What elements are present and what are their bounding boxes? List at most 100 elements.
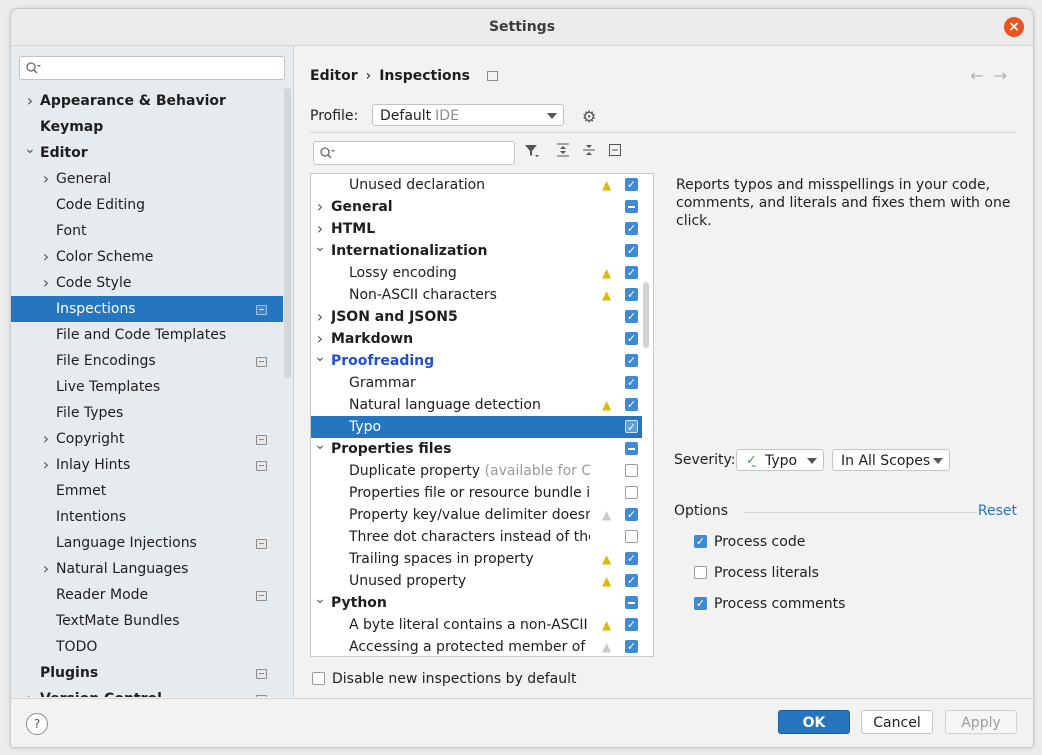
inspection-checkbox[interactable]	[625, 574, 638, 587]
checkbox[interactable]	[694, 534, 707, 548]
sidebar-scrollbar[interactable]	[284, 88, 291, 378]
chevron-right-icon[interactable]: ›	[23, 88, 37, 114]
sidebar-item-live-templates[interactable]: Live Templates	[11, 374, 283, 400]
sidebar-item-font[interactable]: Font	[11, 218, 283, 244]
inspection-item[interactable]: A byte literal contains a non-ASCII cha ▲	[311, 614, 642, 636]
inspection-checkbox[interactable]	[625, 288, 638, 301]
sidebar-item-file-and-code-templates[interactable]: File and Code Templates	[11, 322, 283, 348]
chevron-right-icon[interactable]: ›	[39, 426, 53, 452]
sidebar-item-keymap[interactable]: Keymap	[11, 114, 283, 140]
inspections-scrollbar[interactable]	[643, 282, 649, 348]
inspection-group[interactable]: › General	[311, 196, 642, 218]
checkbox[interactable]	[694, 596, 707, 610]
sidebar-item-color-scheme[interactable]: › Color Scheme	[11, 244, 283, 270]
cancel-button[interactable]: Cancel	[861, 710, 933, 734]
inspection-checkbox[interactable]	[625, 332, 638, 345]
forward-arrow-icon[interactable]: →	[994, 66, 1017, 85]
option-process-code[interactable]: Process code	[694, 534, 805, 550]
chevron-right-icon[interactable]: ›	[314, 196, 326, 218]
inspection-checkbox[interactable]	[625, 640, 638, 653]
chevron-down-icon[interactable]: ⌄	[23, 136, 37, 162]
sidebar-item-natural-languages[interactable]: › Natural Languages	[11, 556, 283, 582]
sidebar-item-language-injections[interactable]: Language Injections	[11, 530, 283, 556]
help-icon[interactable]: ?	[26, 713, 48, 735]
option-process-literals[interactable]: Process literals	[694, 565, 819, 581]
disable-new-inspections-checkbox[interactable]: Disable new inspections by default	[312, 671, 576, 687]
sidebar-item-textmate-bundles[interactable]: TextMate Bundles	[11, 608, 283, 634]
gear-icon[interactable]: ⚙	[582, 107, 596, 126]
sidebar-item-code-editing[interactable]: Code Editing	[11, 192, 283, 218]
scope-dropdown[interactable]: In All Scopes	[832, 449, 950, 471]
sidebar-item-code-style[interactable]: › Code Style	[11, 270, 283, 296]
inspection-item[interactable]: Lossy encoding ▲	[311, 262, 642, 284]
chevron-right-icon[interactable]: ›	[23, 686, 37, 697]
sidebar-item-appearance-behavior[interactable]: › Appearance & Behavior	[11, 88, 283, 114]
collapse-all-icon[interactable]	[582, 143, 596, 161]
inspection-item[interactable]: Unused declaration ▲	[311, 174, 642, 196]
inspection-checkbox[interactable]	[625, 508, 638, 521]
sidebar-item-version-control[interactable]: ›Version Control	[11, 686, 283, 697]
inspection-checkbox[interactable]	[625, 244, 638, 257]
inspection-group[interactable]: ⌄ Python	[311, 591, 642, 614]
inspection-checkbox[interactable]	[625, 178, 638, 191]
settings-search-input[interactable]	[19, 56, 285, 80]
chevron-right-icon[interactable]: ›	[39, 452, 53, 478]
inspection-item[interactable]: Natural language detection ▲	[311, 394, 642, 416]
inspection-item[interactable]: Duplicate property (available for Cod	[311, 460, 642, 482]
sidebar-item-editor[interactable]: ⌄ Editor	[11, 140, 283, 166]
inspection-checkbox[interactable]	[625, 530, 638, 543]
close-icon[interactable]: ×	[1004, 17, 1024, 37]
sidebar-item-file-encodings[interactable]: File Encodings	[11, 348, 283, 374]
inspection-checkbox[interactable]	[625, 596, 638, 609]
chevron-down-icon[interactable]: ⌄	[314, 236, 326, 258]
inspection-checkbox[interactable]	[625, 618, 638, 631]
sidebar-item-inlay-hints[interactable]: › Inlay Hints	[11, 452, 283, 478]
profile-dropdown[interactable]: Default IDE	[372, 104, 564, 126]
inspection-checkbox[interactable]	[625, 376, 638, 389]
filter-icon[interactable]	[524, 143, 540, 163]
severity-dropdown[interactable]: ✓̰ Typo	[736, 449, 824, 471]
inspection-item[interactable]: Properties file or resource bundle is a	[311, 482, 642, 504]
sidebar-item-inspections[interactable]: Inspections	[11, 296, 283, 322]
chevron-right-icon[interactable]: ›	[39, 244, 53, 270]
ok-button[interactable]: OK	[778, 710, 850, 734]
sidebar-item-general[interactable]: › General	[11, 166, 283, 192]
inspection-checkbox[interactable]	[625, 442, 638, 455]
chevron-right-icon[interactable]: ›	[39, 270, 53, 296]
option-process-comments[interactable]: Process comments	[694, 596, 845, 612]
inspection-group[interactable]: ⌄ Internationalization	[311, 239, 642, 262]
expand-all-icon[interactable]	[556, 143, 570, 161]
checkbox[interactable]	[694, 565, 707, 579]
inspection-item[interactable]: Grammar	[311, 372, 642, 394]
sidebar-item-intentions[interactable]: Intentions	[11, 504, 283, 530]
inspection-item[interactable]: Non-ASCII characters ▲	[311, 284, 642, 306]
inspection-item[interactable]: Property key/value delimiter doesn't ▲	[311, 504, 642, 526]
reset-to-default-icon[interactable]	[608, 143, 622, 161]
inspection-checkbox[interactable]	[625, 398, 638, 411]
inspection-item[interactable]: Typo	[311, 416, 642, 438]
checkbox[interactable]	[312, 671, 325, 685]
sidebar-item-file-types[interactable]: File Types	[11, 400, 283, 426]
chevron-right-icon[interactable]: ›	[314, 306, 326, 328]
inspection-checkbox[interactable]	[625, 464, 638, 477]
inspection-checkbox[interactable]	[625, 200, 638, 213]
inspection-checkbox[interactable]	[625, 310, 638, 323]
reset-link[interactable]: Reset	[978, 503, 1017, 519]
chevron-right-icon[interactable]: ›	[39, 556, 53, 582]
inspection-group[interactable]: › HTML	[311, 218, 642, 240]
chevron-down-icon[interactable]: ⌄	[314, 346, 326, 368]
inspection-group[interactable]: › Markdown	[311, 328, 642, 350]
inspection-checkbox[interactable]	[625, 420, 638, 433]
sidebar-item-plugins[interactable]: Plugins	[11, 660, 283, 686]
chevron-down-icon[interactable]: ⌄	[314, 588, 326, 610]
inspection-checkbox[interactable]	[625, 266, 638, 279]
inspection-group[interactable]: ⌄ Proofreading	[311, 349, 642, 372]
inspection-checkbox[interactable]	[625, 552, 638, 565]
inspection-item[interactable]: Trailing spaces in property ▲	[311, 548, 642, 570]
sidebar-item-todo[interactable]: TODO	[11, 634, 283, 660]
apply-button[interactable]: Apply	[945, 710, 1017, 734]
inspection-group[interactable]: › JSON and JSON5	[311, 306, 642, 328]
back-arrow-icon[interactable]: ←	[970, 66, 993, 85]
inspection-checkbox[interactable]	[625, 486, 638, 499]
inspection-checkbox[interactable]	[625, 354, 638, 367]
